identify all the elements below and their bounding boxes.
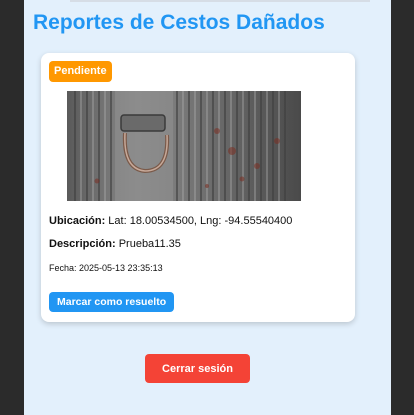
- top-divider: [70, 0, 370, 2]
- mark-resolved-button[interactable]: Marcar como resuelto: [49, 292, 175, 312]
- location-value: Lat: 18.00534500, Lng: -94.55540400: [108, 215, 293, 227]
- page-title: Reportes de Cestos Dañados: [33, 11, 325, 34]
- report-photo: [67, 91, 301, 201]
- report-date: Fecha: 2025-05-13 23:35:13: [49, 263, 163, 273]
- description-label: Descripción:: [49, 238, 116, 250]
- logout-button[interactable]: Cerrar sesión: [145, 354, 250, 383]
- report-card: Pendiente Ubicación: Lat: 18.00534500, L…: [41, 53, 355, 322]
- location-label: Ubicación:: [49, 215, 106, 227]
- location-line: Ubicación: Lat: 18.00534500, Lng: -94.55…: [49, 215, 292, 227]
- description-value: Prueba11.35: [118, 238, 181, 250]
- description-line: Descripción: Prueba11.35: [49, 238, 181, 250]
- status-badge: Pendiente: [49, 61, 112, 82]
- app-container: Reportes de Cestos Dañados Pendiente Ubi…: [24, 0, 391, 415]
